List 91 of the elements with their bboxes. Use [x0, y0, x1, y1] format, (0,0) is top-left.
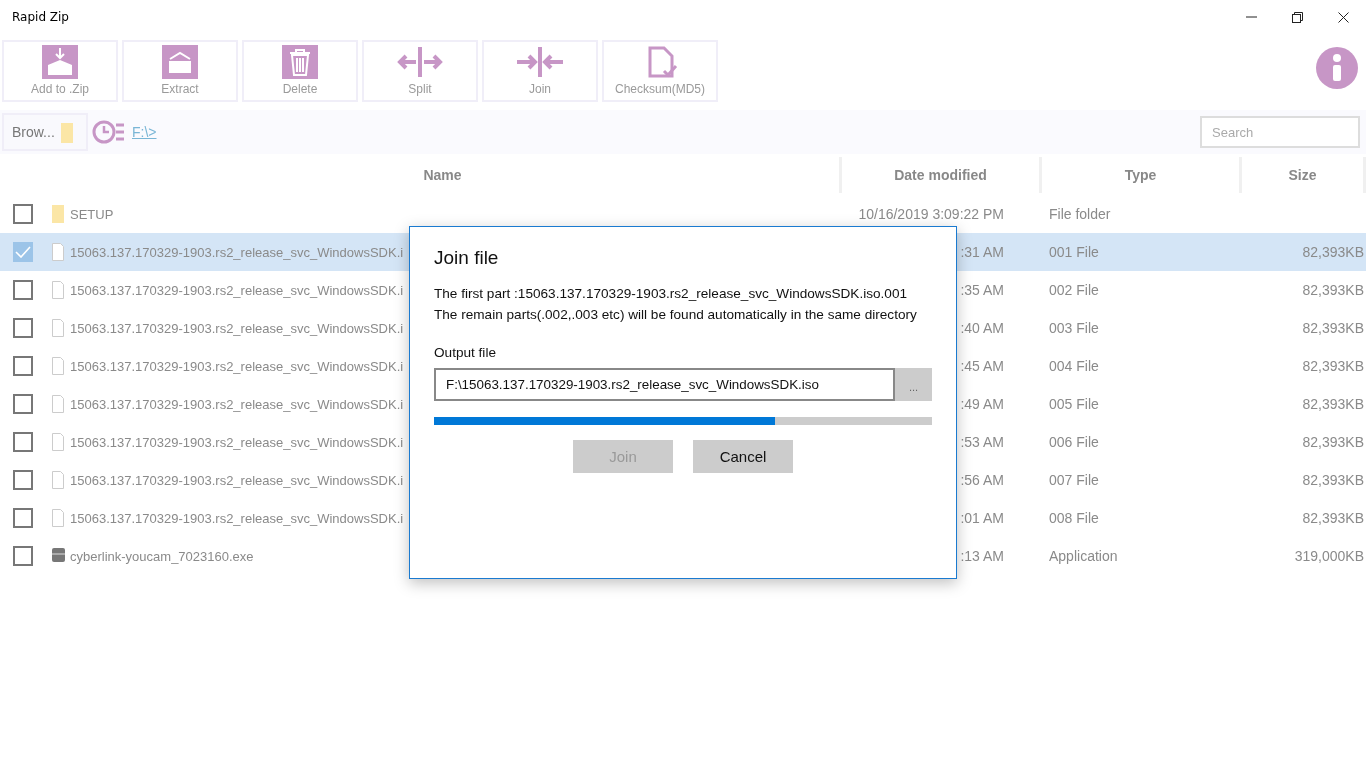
minimize-icon: [1245, 16, 1257, 18]
browse-button[interactable]: ...: [895, 368, 932, 401]
window-title: Rapid Zip: [12, 10, 70, 24]
file-icon: [52, 319, 65, 337]
file-name: 15063.137.170329-1903.rs2_release_svc_WindowsSDK.i: [70, 282, 404, 298]
toolbar-button[interactable]: Split: [362, 40, 478, 102]
date-cell-text: :13 AM: [959, 548, 1005, 564]
date-cell-text: :40 AM: [959, 320, 1005, 336]
checkbox[interactable]: [13, 508, 33, 528]
type-cell-text: File folder: [1048, 206, 1112, 222]
file-name: SETUP: [70, 206, 114, 222]
dialog-message: The remain parts(.002,.003 etc) will be found automatically in the same directory: [434, 306, 918, 324]
size-cell-text: 319,000KB: [1293, 548, 1365, 564]
application-icon: [52, 547, 65, 565]
column-header[interactable]: Name: [46, 157, 842, 193]
checkbox[interactable]: [13, 280, 33, 300]
date-cell-text: :49 AM: [959, 396, 1005, 412]
type-cell-text: 006 File: [1048, 434, 1100, 450]
date-cell-text: :56 AM: [959, 472, 1005, 488]
file-name: 15063.137.170329-1903.rs2_release_svc_WindowsSDK.i: [70, 320, 404, 336]
type-cell-text: 001 File: [1048, 244, 1100, 260]
column-header[interactable]: Type: [1042, 157, 1242, 193]
checkbox[interactable]: [13, 242, 33, 262]
file-icon: [52, 509, 65, 527]
file-name: 15063.137.170329-1903.rs2_release_svc_WindowsSDK.i: [70, 510, 404, 526]
size-cell-text: 82,393KB: [1301, 472, 1365, 488]
dialog-message: The first part :15063.137.170329-1903.rs2_release_svc_WindowsSDK.iso.001: [434, 285, 909, 303]
checkbox[interactable]: [13, 204, 33, 224]
size-cell-text: 82,393KB: [1301, 358, 1365, 374]
close-icon: [1337, 11, 1349, 23]
browse-button[interactable]: Brow...: [2, 113, 88, 151]
type-cell-text: 003 File: [1048, 320, 1100, 336]
checkbox[interactable]: [13, 356, 33, 376]
column-header[interactable]: Date modified: [842, 157, 1042, 193]
size-cell-text: 82,393KB: [1301, 320, 1365, 336]
arrows-apart-icon: [395, 45, 445, 79]
toolbar-button[interactable]: Extract: [122, 40, 238, 102]
trash-icon: [282, 45, 318, 79]
date-cell-text: :53 AM: [959, 434, 1005, 450]
size-cell-text: 82,393KB: [1301, 282, 1365, 298]
checkbox[interactable]: [13, 432, 33, 452]
check-icon: [15, 246, 31, 258]
size-cell-text: 82,393KB: [1301, 510, 1365, 526]
size-cell-text: 82,393KB: [1301, 396, 1365, 412]
dialog-button[interactable]: Cancel: [693, 440, 793, 473]
column-header[interactable]: Size: [1242, 157, 1366, 193]
path-link[interactable]: F:\>: [132, 124, 157, 140]
field-label: Output file: [434, 345, 497, 360]
toolbar-button[interactable]: Join: [482, 40, 598, 102]
toolbar-button[interactable]: Add to .Zip: [2, 40, 118, 102]
type-cell-text: 008 File: [1048, 510, 1100, 526]
file-name: 15063.137.170329-1903.rs2_release_svc_WindowsSDK.i: [70, 244, 404, 260]
date-cell-text: 10/16/2019 3:09:22 PM: [857, 206, 1005, 222]
type-cell-text: Application: [1048, 548, 1119, 564]
arrows-together-icon: [515, 45, 565, 79]
file-name: 15063.137.170329-1903.rs2_release_svc_WindowsSDK.i: [70, 434, 404, 450]
checkbox[interactable]: [13, 546, 33, 566]
file-icon: [52, 357, 65, 375]
file-name: cyberlink-youcam_7023160.exe: [70, 548, 254, 564]
output-file-field[interactable]: F:\15063.137.170329-1903.rs2_release_svc_WindowsSDK.iso: [434, 368, 895, 401]
file-icon: [52, 471, 65, 489]
checkbox[interactable]: [13, 394, 33, 414]
date-cell-text: :31 AM: [959, 244, 1005, 260]
box-icon: [162, 45, 198, 79]
size-cell-text: 82,393KB: [1301, 434, 1365, 450]
type-cell-text: 007 File: [1048, 472, 1100, 488]
toolbar-button[interactable]: Delete: [242, 40, 358, 102]
file-icon: [52, 281, 65, 299]
file-name: 15063.137.170329-1903.rs2_release_svc_WindowsSDK.i: [70, 396, 404, 412]
toolbar-button[interactable]: Checksum(MD5): [602, 40, 718, 102]
date-cell-text: :45 AM: [959, 358, 1005, 374]
file-icon: [52, 243, 65, 261]
history-icon[interactable]: [92, 119, 124, 145]
file-icon: [52, 433, 65, 451]
type-cell-text: 002 File: [1048, 282, 1100, 298]
folder-icon: [52, 205, 65, 223]
size-cell-text: 82,393KB: [1301, 244, 1365, 260]
checkbox[interactable]: [13, 470, 33, 490]
folder-icon: [60, 121, 73, 143]
type-cell-text: 004 File: [1048, 358, 1100, 374]
date-cell-text: :01 AM: [959, 510, 1005, 526]
search-field[interactable]: Search: [1200, 116, 1360, 148]
restore-icon: [1291, 11, 1303, 23]
file-name: 15063.137.170329-1903.rs2_release_svc_WindowsSDK.i: [70, 472, 404, 488]
file-name: 15063.137.170329-1903.rs2_release_svc_WindowsSDK.i: [70, 358, 404, 374]
file-icon: [52, 395, 65, 413]
info-icon[interactable]: [1316, 47, 1358, 89]
box-icon: [42, 45, 78, 79]
dialog-title: Join file: [434, 247, 500, 269]
type-cell-text: 005 File: [1048, 396, 1100, 412]
checkbox[interactable]: [13, 318, 33, 338]
